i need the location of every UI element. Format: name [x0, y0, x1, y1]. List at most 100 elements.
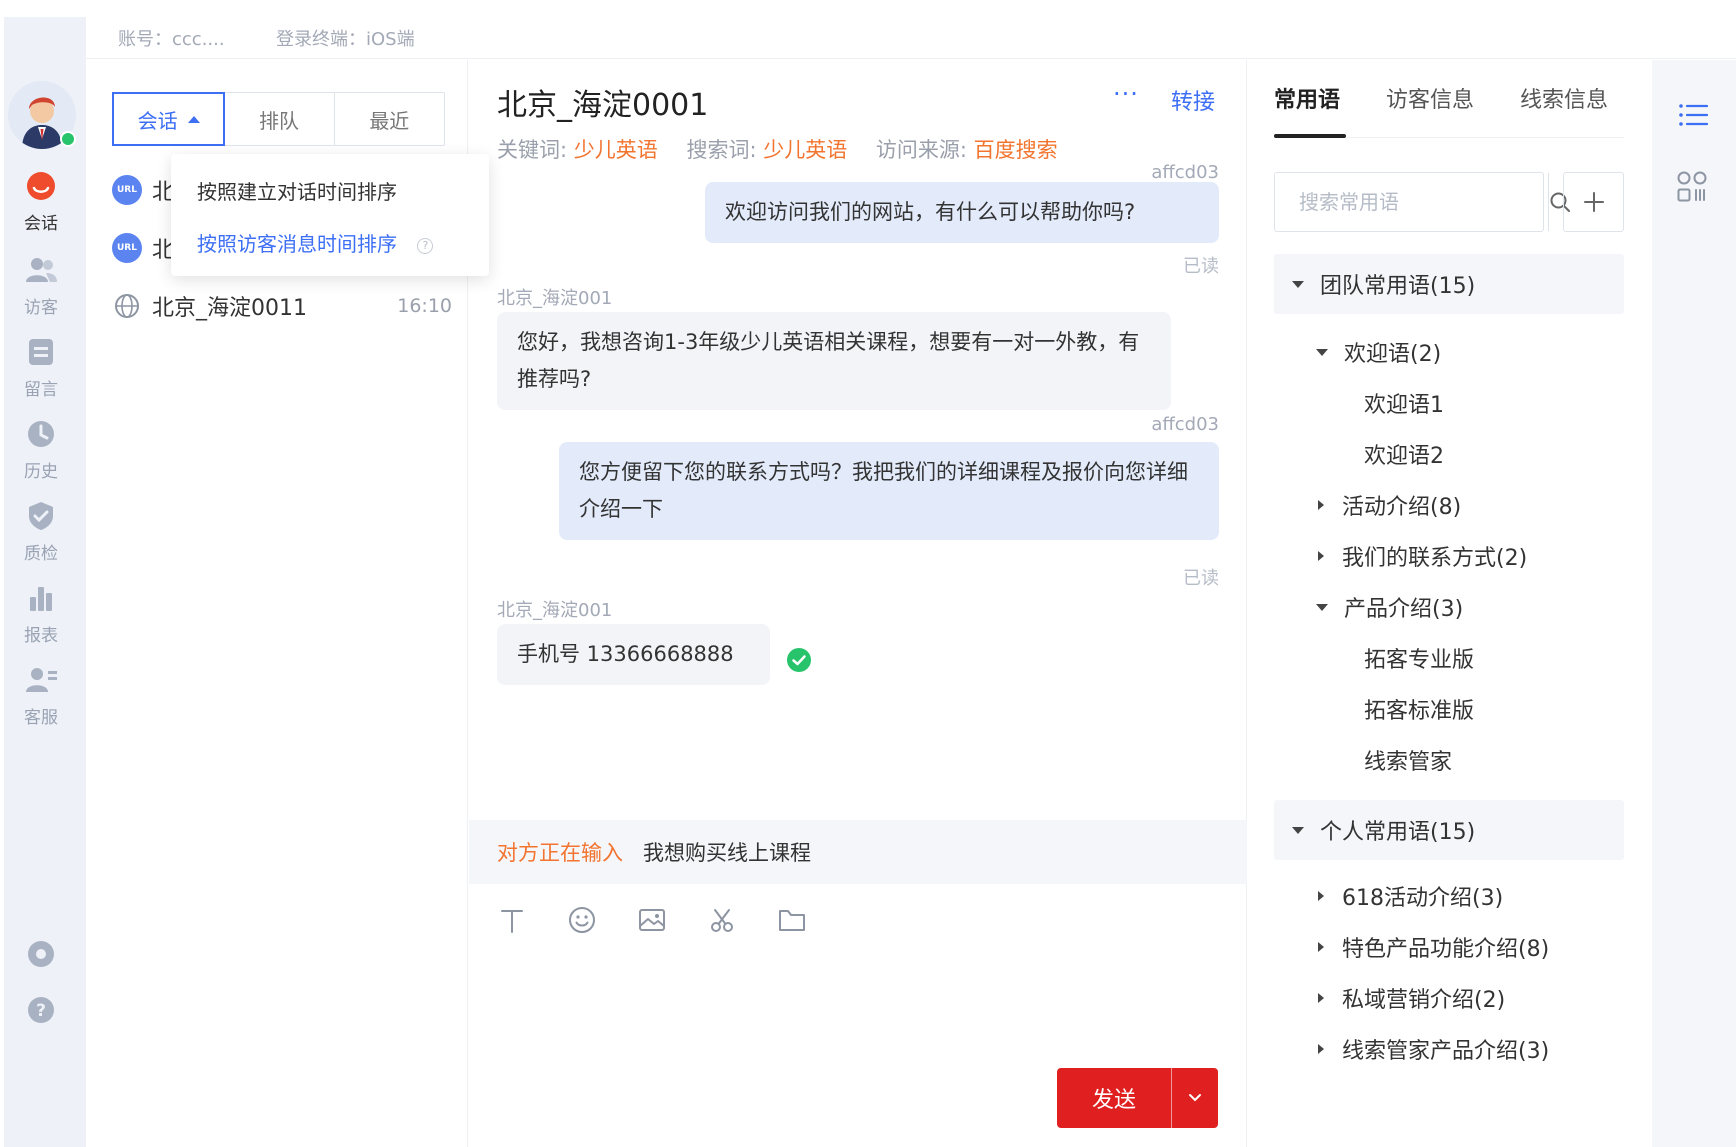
phrase-search [1274, 172, 1570, 232]
nav-label: 报表 [24, 626, 58, 646]
online-status-dot [60, 131, 76, 147]
terminal-text: 登录终端：iOS端 [276, 29, 415, 50]
nav-label: 历史 [24, 462, 58, 482]
chat-panel: 北京_海淀0001 ··· 转接 关键词: 少儿英语 搜索词: 少儿英语 访问来… [469, 60, 1247, 1147]
caret-right-icon [1318, 942, 1324, 952]
sort-option-label: 按照访客消息时间排序 [197, 232, 397, 256]
caret-down-icon [1316, 348, 1328, 356]
chat-title: 北京_海淀0001 [497, 88, 709, 123]
nav-item-quality[interactable]: 质检 [4, 499, 78, 564]
typing-preview: 对方正在输入 我想购买线上课程 [469, 820, 1247, 884]
more-options-button[interactable]: ··· [1113, 80, 1139, 108]
folder-label: 618活动介绍(3) [1342, 886, 1504, 911]
tab-visitor-info[interactable]: 访客信息 [1386, 82, 1474, 114]
search-term-label: 搜索词: [686, 138, 757, 162]
composer-toolbar [497, 905, 807, 935]
message-bubble-agent: 您方便留下您的联系方式吗？我把我们的详细课程及报价向您详细介绍一下 [559, 442, 1219, 540]
phrase-folder[interactable]: 我们的联系方式(2) [1318, 540, 1527, 572]
tab-queue[interactable]: 排队 [224, 93, 335, 145]
session-item[interactable]: 北京_海淀0011 16:10 [112, 286, 452, 326]
phrase-search-input[interactable] [1275, 173, 1548, 231]
send-button[interactable]: 发送 [1057, 1068, 1218, 1128]
phrase-folder[interactable]: 产品介绍(3) [1316, 591, 1463, 623]
send-label: 发送 [1057, 1068, 1172, 1128]
folder-label: 欢迎语(2) [1344, 342, 1442, 367]
agent-icon [26, 668, 57, 692]
read-status: 已读 [1183, 568, 1219, 589]
add-phrase-button[interactable] [1563, 172, 1624, 232]
phrase-item[interactable]: 欢迎语2 [1364, 438, 1444, 470]
phrase-folder[interactable]: 欢迎语(2) [1316, 336, 1441, 368]
tab-recent[interactable]: 最近 [335, 93, 444, 145]
keyword-label: 关键词: [497, 138, 568, 162]
sort-by-visitor-message[interactable]: 按照访客消息时间排序 ? [197, 228, 434, 257]
phrase-folder[interactable]: 活动介绍(8) [1318, 489, 1461, 521]
nav-label: 留言 [24, 380, 58, 400]
help-circle-icon[interactable]: ? [417, 237, 434, 254]
text-format-icon[interactable] [497, 905, 527, 935]
caret-right-icon [1318, 891, 1324, 901]
url-source-icon: URL [112, 175, 142, 205]
quality-shield-icon [29, 502, 53, 530]
nav-item-agents[interactable]: 客服 [4, 663, 78, 728]
nav-item-reports[interactable]: 报表 [4, 581, 78, 646]
screenshot-scissors-icon[interactable] [707, 905, 737, 935]
message-list: affcd03 欢迎访问我们的网站，有什么可以帮助你吗? 已读 北京_海淀001… [469, 162, 1247, 760]
nav-rail: 会话 访客 留言 历史 质检 报表 客服 ? [4, 17, 86, 1147]
phrase-item[interactable]: 拓客标准版 [1364, 693, 1474, 725]
tab-lead-info[interactable]: 线索信息 [1520, 82, 1608, 114]
apps-grid-icon[interactable] [1674, 168, 1712, 206]
transfer-button[interactable]: 转接 [1171, 84, 1215, 116]
folder-label: 线索管家产品介绍(3) [1342, 1039, 1550, 1064]
send-options-button[interactable] [1172, 1068, 1218, 1128]
nav-item-history[interactable]: 历史 [4, 417, 78, 482]
settings-icon [28, 941, 54, 967]
folder-label: 私域营销介绍(2) [1342, 988, 1506, 1013]
nav-item-messages[interactable]: 留言 [4, 335, 78, 400]
visitor-meta: 关键词: 少儿英语 搜索词: 少儿英语 访问来源: 百度搜索 [497, 134, 1080, 164]
caret-down-icon [1316, 603, 1328, 611]
phrase-folder[interactable]: 618活动介绍(3) [1318, 880, 1503, 912]
settings-button[interactable] [4, 939, 78, 973]
read-status: 已读 [1183, 256, 1219, 277]
sort-by-created[interactable]: 按照建立对话时间排序 [197, 176, 397, 205]
nav-label: 客服 [24, 708, 58, 728]
phrase-item[interactable]: 线索管家 [1364, 744, 1452, 776]
chevron-down-icon [1189, 1094, 1201, 1102]
phrase-group-team[interactable]: 团队常用语(15) [1274, 254, 1624, 314]
account-text: 账号：ccc.... [118, 29, 225, 50]
help-button[interactable]: ? [4, 995, 78, 1029]
group-label: 团队常用语(15) [1320, 274, 1476, 299]
sort-dropdown: 按照建立对话时间排序 按照访客消息时间排序 ? [171, 154, 489, 276]
tab-common-phrases[interactable]: 常用语 [1274, 82, 1340, 114]
caret-down-icon [1292, 826, 1304, 834]
phrase-item[interactable]: 拓客专业版 [1364, 642, 1474, 674]
report-chart-icon [30, 587, 52, 611]
keyword-value: 少儿英语 [573, 138, 658, 162]
folder-icon[interactable] [777, 905, 807, 935]
nav-item-chat[interactable]: 会话 [4, 169, 78, 234]
phrase-folder[interactable]: 线索管家产品介绍(3) [1318, 1033, 1549, 1065]
image-icon[interactable] [637, 905, 667, 935]
session-name: 北京_海淀0011 [152, 296, 307, 321]
message-bubble-visitor: 您好，我想咨询1-3年级少儿英语相关课程，想要有一对一外教，有推荐吗? [497, 312, 1171, 410]
message-bubble-visitor: 手机号 13366668888 [497, 624, 770, 685]
emoji-icon[interactable] [567, 905, 597, 935]
message-icon [29, 339, 53, 365]
svg-text:?: ? [36, 1001, 46, 1021]
phrase-item[interactable]: 欢迎语1 [1364, 387, 1444, 419]
nav-item-visitors[interactable]: 访客 [4, 253, 78, 318]
message-sender: 北京_海淀001 [497, 288, 613, 309]
source-label: 访问来源: [875, 138, 967, 162]
tab-sessions[interactable]: 会话 [112, 92, 226, 146]
phrase-folder[interactable]: 特色产品功能介绍(8) [1318, 931, 1549, 963]
phrase-group-personal[interactable]: 个人常用语(15) [1274, 800, 1624, 860]
folder-label: 活动介绍(8) [1342, 495, 1462, 520]
message-sender: affcd03 [1151, 414, 1219, 435]
list-menu-icon[interactable] [1674, 96, 1712, 134]
nav-label: 质检 [24, 544, 58, 564]
phrase-folder[interactable]: 私域营销介绍(2) [1318, 982, 1505, 1014]
folder-label: 产品介绍(3) [1344, 597, 1464, 622]
typing-text: 我想购买线上课程 [643, 841, 811, 865]
nav-label: 会话 [24, 214, 58, 234]
